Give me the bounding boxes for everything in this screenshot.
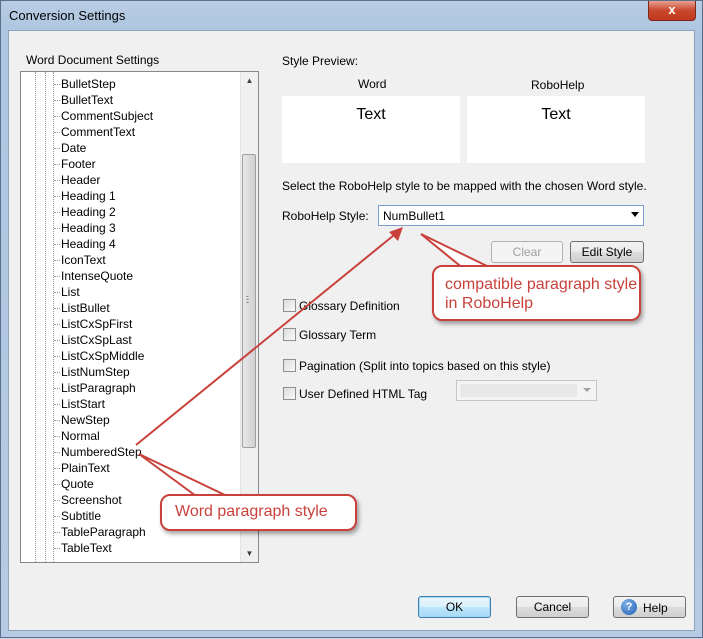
word-callout-pointer: [138, 453, 228, 497]
word-callout: Word paragraph style: [160, 494, 357, 531]
robohelp-callout-text: compatible paragraph style in RoboHelp: [445, 276, 638, 312]
robohelp-callout-pointer: [420, 233, 493, 271]
robohelp-callout: compatible paragraph style in RoboHelp: [432, 265, 641, 321]
arrow-to-robohelp-style: [135, 227, 403, 446]
word-callout-text: Word paragraph style: [175, 503, 328, 520]
conversion-settings-dialog: Conversion Settings x Word Document Sett…: [0, 0, 703, 638]
